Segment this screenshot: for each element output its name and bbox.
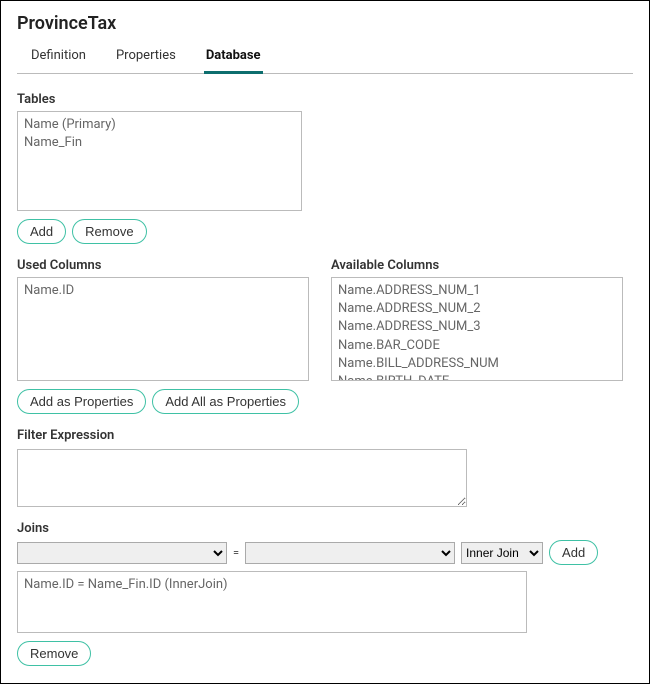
page-title: ProvinceTax (17, 13, 633, 34)
join-left-select[interactable] (17, 542, 227, 564)
list-item[interactable]: Name.ADDRESS_NUM_1 (338, 282, 616, 300)
list-item[interactable]: Name.ADDRESS_NUM_3 (338, 318, 616, 336)
list-item[interactable]: Name.ADDRESS_NUM_2 (338, 300, 616, 318)
tables-remove-button[interactable]: Remove (72, 219, 146, 244)
list-item[interactable]: Name_Fin (24, 134, 295, 152)
tables-add-button[interactable]: Add (17, 219, 66, 244)
tables-label: Tables (17, 92, 633, 107)
list-item[interactable]: Name.ID = Name_Fin.ID (InnerJoin) (24, 576, 520, 594)
join-add-button[interactable]: Add (549, 540, 598, 565)
list-item[interactable]: Name.BILL_ADDRESS_NUM (338, 355, 616, 373)
join-type-select[interactable]: Inner Join (461, 542, 543, 564)
add-as-properties-button[interactable]: Add as Properties (17, 389, 146, 414)
filter-expression-input[interactable] (17, 449, 467, 507)
list-item[interactable]: Name.ID (24, 282, 302, 300)
joins-remove-button[interactable]: Remove (17, 641, 91, 666)
list-item[interactable]: Name (Primary) (24, 116, 295, 134)
used-columns-listbox[interactable]: Name.ID (17, 277, 309, 381)
tab-definition[interactable]: Definition (29, 42, 88, 74)
used-columns-label: Used Columns (17, 258, 309, 273)
tab-bar: Definition Properties Database (17, 42, 633, 74)
join-right-select[interactable] (245, 542, 455, 564)
filter-expression-label: Filter Expression (17, 428, 633, 443)
equals-sign: = (233, 546, 239, 559)
tab-properties[interactable]: Properties (114, 42, 178, 74)
joins-label: Joins (17, 521, 633, 536)
joins-listbox[interactable]: Name.ID = Name_Fin.ID (InnerJoin) (17, 571, 527, 633)
tab-database[interactable]: Database (204, 42, 263, 74)
available-columns-label: Available Columns (331, 258, 623, 273)
list-item[interactable]: Name.BIRTH_DATE (338, 373, 616, 381)
add-all-as-properties-button[interactable]: Add All as Properties (152, 389, 299, 414)
list-item[interactable]: Name.BAR_CODE (338, 337, 616, 355)
available-columns-listbox[interactable]: Name.ADDRESS_NUM_1 Name.ADDRESS_NUM_2 Na… (331, 277, 623, 381)
tables-listbox[interactable]: Name (Primary) Name_Fin (17, 111, 302, 211)
